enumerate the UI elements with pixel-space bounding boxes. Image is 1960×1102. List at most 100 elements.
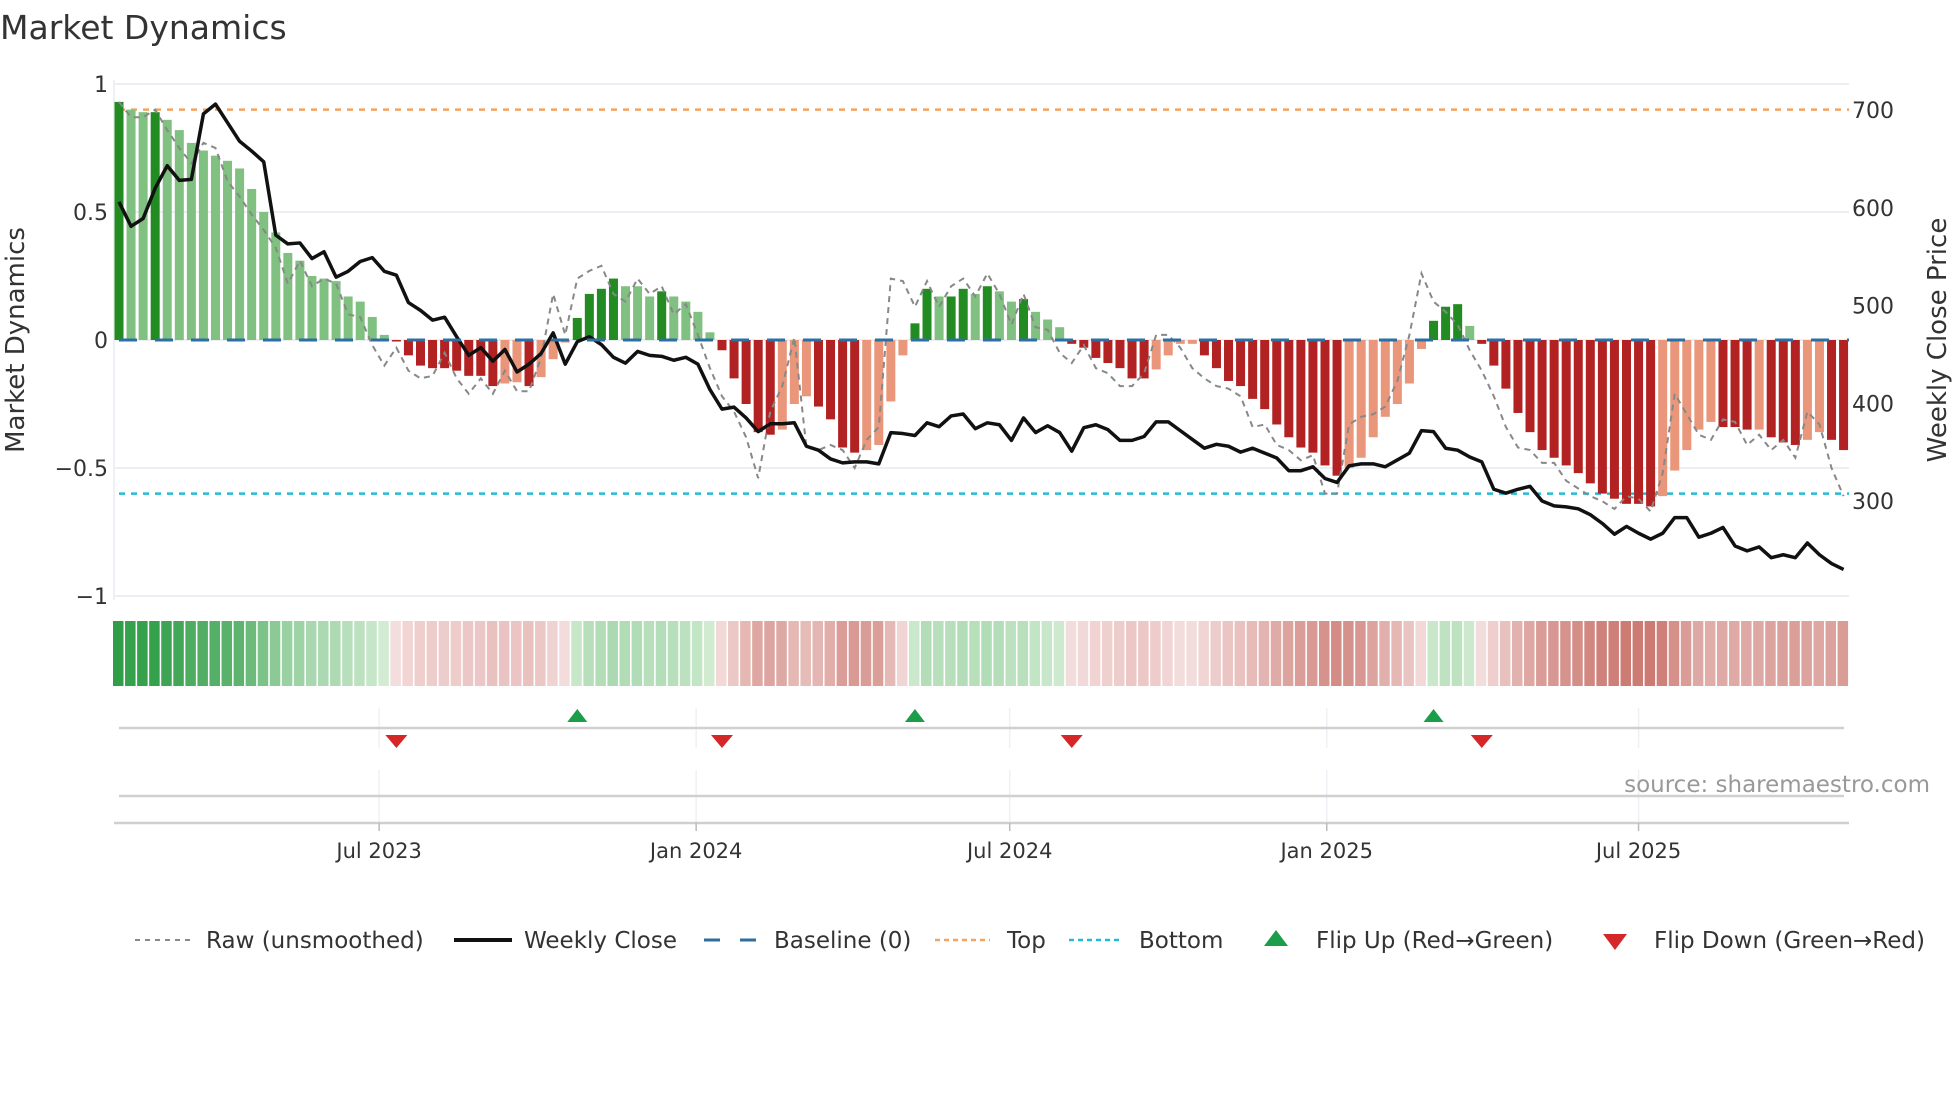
heat-cell [559, 621, 570, 686]
heat-cell [1427, 621, 1439, 686]
bar [464, 340, 474, 376]
heat-cell [812, 621, 823, 686]
bar [898, 340, 908, 356]
heat-cell [185, 621, 196, 686]
legend-flip-down-icon [1603, 934, 1627, 950]
heat-cell [860, 621, 872, 686]
x-tick-label: Jan 2024 [648, 839, 743, 863]
heat-cell [1101, 621, 1113, 686]
bar [1525, 340, 1535, 433]
legend-label-top: Top [1006, 928, 1046, 954]
heat-cell [607, 621, 618, 686]
y-axis-label: Market Dynamics [1, 227, 31, 453]
heat-cell [342, 621, 353, 686]
legend-label-close: Weekly Close [524, 928, 677, 954]
heat-cell [1162, 621, 1173, 686]
heat-cell [691, 621, 703, 686]
lines [117, 101, 1845, 571]
bar [247, 188, 257, 340]
bar [633, 286, 643, 340]
heat-cell [1367, 621, 1378, 686]
heat-cell [1511, 621, 1523, 686]
heat-cell [149, 621, 160, 686]
bar [922, 288, 932, 340]
bar [1091, 340, 1101, 358]
bar [295, 260, 305, 340]
y-tick-label: 0.5 [73, 201, 108, 226]
heat-cell [1331, 621, 1342, 686]
heat-cell [257, 621, 269, 686]
bar [1055, 327, 1065, 340]
heat-cell [1234, 621, 1246, 686]
heat-cell [462, 621, 474, 686]
heat-cell [1765, 621, 1776, 686]
bar [403, 340, 413, 356]
bar [1380, 340, 1390, 417]
heat-cell [969, 621, 980, 686]
heat-cell [1379, 621, 1390, 686]
x-tick-label: Jul 2023 [334, 839, 421, 863]
bar [753, 340, 763, 433]
bar [584, 293, 594, 340]
heat-cell [945, 621, 956, 686]
heat-cell [1355, 621, 1366, 686]
heat-cell [1198, 621, 1209, 686]
heat-cell [197, 621, 208, 686]
bar [1537, 340, 1547, 451]
legend-flip-up-icon [1264, 930, 1288, 946]
bar [1827, 340, 1837, 440]
bar [572, 317, 582, 340]
x-tick-label: Jul 2024 [965, 839, 1052, 863]
heat-cell [1596, 621, 1607, 686]
bar [645, 296, 655, 340]
bar [994, 291, 1004, 340]
bar [1465, 325, 1475, 340]
heat-cell [281, 621, 293, 686]
bar [1199, 340, 1209, 356]
bar [1344, 340, 1354, 468]
flip-down-marker [385, 735, 408, 748]
heat-cell [1463, 621, 1475, 686]
heat-cell [667, 621, 679, 686]
heat-cell [1258, 621, 1270, 686]
heat-cell [1053, 621, 1065, 686]
bar [150, 112, 160, 340]
bar [1103, 340, 1113, 364]
bar [1296, 340, 1306, 448]
bar [1320, 340, 1330, 466]
bar [1332, 340, 1342, 476]
heat-cell [221, 621, 233, 686]
y-right-tick-label: 700 [1852, 99, 1894, 124]
y-right-tick-label: 600 [1852, 197, 1894, 222]
bar [1236, 340, 1246, 387]
heat-cell [740, 621, 751, 686]
bar [1730, 340, 1740, 428]
heat-cell [438, 621, 450, 686]
bar [174, 130, 184, 340]
bar [355, 301, 365, 340]
heat-cell [269, 621, 281, 686]
bar [1127, 340, 1137, 379]
heat-cell [595, 621, 606, 686]
bar [1211, 340, 1221, 369]
heat-cell [293, 621, 305, 686]
flip-down-marker [711, 735, 733, 748]
bar [982, 286, 992, 340]
bar [765, 340, 775, 435]
bar [1778, 340, 1788, 443]
bar [1006, 301, 1016, 340]
heat-cell [113, 621, 124, 686]
heat-cell [1837, 621, 1849, 686]
bar [1706, 340, 1716, 422]
heat-cell [1487, 621, 1499, 686]
heat-cell [1692, 621, 1704, 686]
bar [416, 340, 425, 366]
bar [958, 288, 968, 340]
bar [1754, 340, 1764, 430]
bar [1694, 340, 1704, 430]
heat-cell [908, 621, 920, 686]
heat-cell [884, 621, 896, 686]
heat-cell [1813, 621, 1824, 686]
y-tick-label: −0.5 [55, 457, 108, 482]
bar [319, 278, 329, 340]
